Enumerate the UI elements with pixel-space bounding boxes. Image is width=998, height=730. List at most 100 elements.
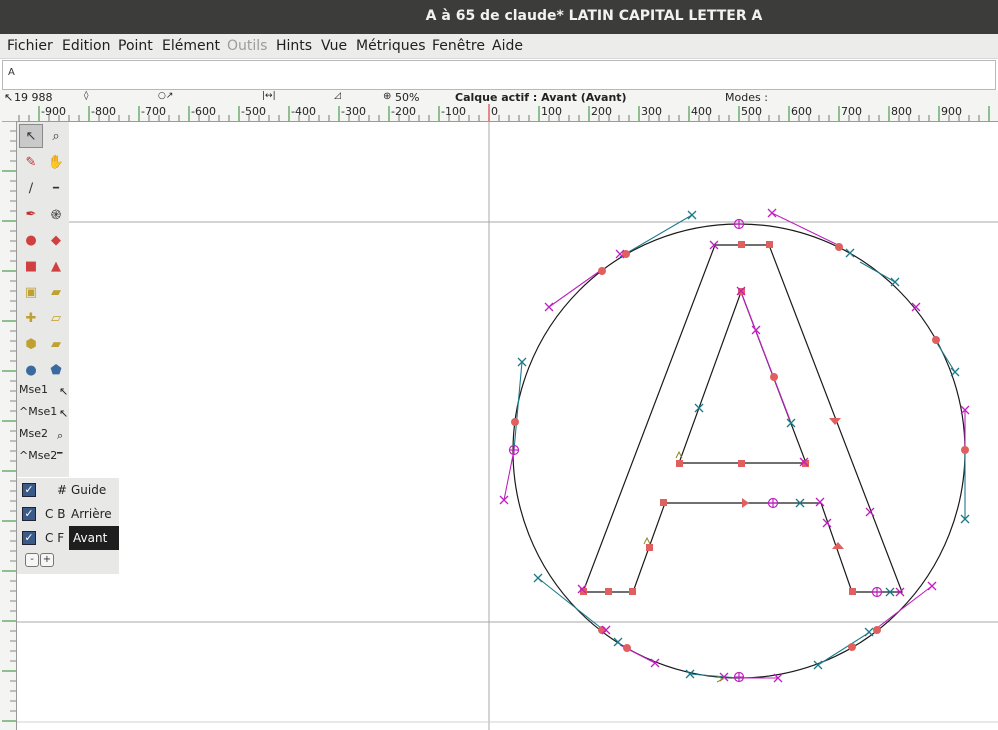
layers-palette: ✓ # Guide ✓ C B Arrière ✓ C F Avant - + <box>17 478 119 574</box>
layer-guide-code: # <box>57 483 68 497</box>
spiro-tool[interactable]: ֎ <box>44 202 68 226</box>
polygon-tool[interactable]: ⬟ <box>44 358 68 382</box>
tangent-points[interactable] <box>742 418 844 549</box>
layer-fore-code: C F <box>45 531 65 545</box>
ruler-tick-label: 200 <box>591 105 612 118</box>
horizontal-ruler-ticks: -900 -800 -700 -600 -500 -400 -300 -200 -100 0 100… <box>18 104 990 121</box>
curve-point-tool[interactable]: ● <box>19 228 43 252</box>
ruler-tick-label: -700 <box>141 105 166 118</box>
add-layer-button[interactable]: + <box>40 553 54 567</box>
menu-element[interactable]: Elément <box>162 38 220 54</box>
ruler-tick-label: -400 <box>291 105 316 118</box>
mouse1-pointer-icon: ↖ <box>59 385 69 398</box>
direction-markers <box>643 450 725 683</box>
pen-tool[interactable]: ✒ <box>19 202 43 226</box>
ruler-tick-label: 500 <box>741 105 762 118</box>
letter-a-counter-contour[interactable] <box>678 290 807 464</box>
corner-point-icon: ■ <box>24 258 38 274</box>
layer-guide-checkbox[interactable]: ✓ <box>22 483 36 497</box>
ctrl-mouse1-pointer-icon: ↖ <box>59 407 69 420</box>
perspective-tool[interactable]: ▰ <box>44 332 68 356</box>
menu-hints[interactable]: Hints <box>276 38 312 54</box>
ruler-tick-label: 900 <box>941 105 962 118</box>
layer-fore-name: Avant <box>69 526 119 550</box>
ruler-tick-label: -200 <box>391 105 416 118</box>
distance-icon: |↔| <box>262 91 276 101</box>
active-layer-label: Calque actif : Avant (Avant) <box>455 91 627 104</box>
layer-row-fore[interactable]: ✓ C F Avant <box>17 526 119 550</box>
vertical-ruler[interactable] <box>0 121 17 730</box>
curve-icon: ○↗ <box>158 91 174 101</box>
knife-tool[interactable]: ∕ <box>19 176 43 200</box>
cube-icon: ⬢ <box>25 336 37 352</box>
scale-icon: ▣ <box>24 284 38 300</box>
flip-icon: ✚ <box>25 310 37 326</box>
ruler-tick-label: 300 <box>641 105 662 118</box>
menu-fenetre[interactable]: Fenêtre <box>432 38 485 54</box>
magnify-tool[interactable]: ⌕ <box>44 124 68 148</box>
ruler-tick-label: 100 <box>541 105 562 118</box>
glyph-drawing <box>17 122 998 730</box>
ctrl-mouse2-label: ^Mse2 <box>19 449 58 462</box>
skew-tool[interactable]: ▱ <box>44 306 68 330</box>
spiral-icon: ֎ <box>50 208 62 223</box>
ctrl-mouse2-ruler-icon: ━ <box>57 449 63 459</box>
polygon-icon: ⬟ <box>50 362 62 378</box>
ruler-tool[interactable]: ━ <box>44 176 68 200</box>
point-icon: ◊ <box>84 91 89 101</box>
menu-aide[interactable]: Aide <box>492 38 523 54</box>
ruler-tick-label: -100 <box>441 105 466 118</box>
zoom-icon: ⊕ <box>383 91 392 102</box>
rotate-tool[interactable]: ▰ <box>44 280 68 304</box>
info-bar: ↖ 19 988 ◊ ○↗ |↔| ◿ ⊕ 50% Calque actif :… <box>0 90 998 104</box>
character-text-field[interactable]: A <box>2 60 996 90</box>
ruler-tick-label: 800 <box>891 105 912 118</box>
menu-metriques[interactable]: Métriques <box>356 38 426 54</box>
scale-tool[interactable]: ▣ <box>19 280 43 304</box>
menu-edition[interactable]: Edition <box>62 38 110 54</box>
ellipse-icon: ● <box>25 362 37 378</box>
menu-outils[interactable]: Outils <box>227 38 267 54</box>
coordinate-readout: 19 988 <box>14 91 53 104</box>
cursor-arrow-icon: ↖ <box>4 91 14 104</box>
horizontal-ruler[interactable]: -900 -800 -700 -600 -500 -400 -300 -200 -100 0 100… <box>17 104 998 122</box>
corner-points[interactable] <box>580 241 856 595</box>
pointer-tool[interactable]: ↖ <box>19 124 43 148</box>
tangent-point-tool[interactable]: ▲ <box>44 254 68 278</box>
pen-icon: ✒ <box>25 206 37 222</box>
mouse2-label: Mse2 <box>19 427 48 440</box>
remove-layer-button[interactable]: - <box>25 553 39 567</box>
start-points[interactable] <box>508 218 883 683</box>
corner-point-tool[interactable]: ■ <box>19 254 43 278</box>
mouse2-magnify-icon: ⌕ <box>57 429 64 442</box>
angle-icon: ◿ <box>334 91 341 101</box>
window-title: A à 65 de claude* LATIN CAPITAL LETTER A <box>425 8 763 24</box>
layer-back-checkbox[interactable]: ✓ <box>22 507 36 521</box>
layer-fore-checkbox[interactable]: ✓ <box>22 531 36 545</box>
glyph-canvas[interactable] <box>17 122 998 730</box>
ruler-tick-label: 600 <box>791 105 812 118</box>
ellipse-tool[interactable]: ● <box>19 358 43 382</box>
freehand-tool[interactable]: ✎ <box>19 150 43 174</box>
menu-bar: Fichier Edition Point Elément Outils Hin… <box>0 34 998 59</box>
title-bar: A à 65 de claude* LATIN CAPITAL LETTER A <box>0 0 998 34</box>
pointer-icon: ↖ <box>25 128 37 144</box>
modes-label: Modes : <box>725 91 768 104</box>
menu-vue[interactable]: Vue <box>321 38 347 54</box>
menu-point[interactable]: Point <box>118 38 153 54</box>
ruler-tick-label: -500 <box>241 105 266 118</box>
scroll-tool[interactable]: ✋ <box>44 150 68 174</box>
skew-icon: ▱ <box>51 310 61 326</box>
3d-rotate-tool[interactable]: ⬢ <box>19 332 43 356</box>
ruler-tick-label: -300 <box>341 105 366 118</box>
ruler-tick-label: -600 <box>191 105 216 118</box>
layer-row-back[interactable]: ✓ C B Arrière <box>17 502 119 526</box>
menu-fichier[interactable]: Fichier <box>7 38 53 54</box>
flip-tool[interactable]: ✚ <box>19 306 43 330</box>
ruler-tick-label: -800 <box>91 105 116 118</box>
layer-row-guide[interactable]: ✓ # Guide <box>17 478 119 502</box>
ruler-tick-label: 700 <box>841 105 862 118</box>
ctrl-mouse1-label: ^Mse1 <box>19 405 58 418</box>
hv-curve-point-tool[interactable]: ◆ <box>44 228 68 252</box>
vertical-ruler-ticks <box>2 121 16 722</box>
